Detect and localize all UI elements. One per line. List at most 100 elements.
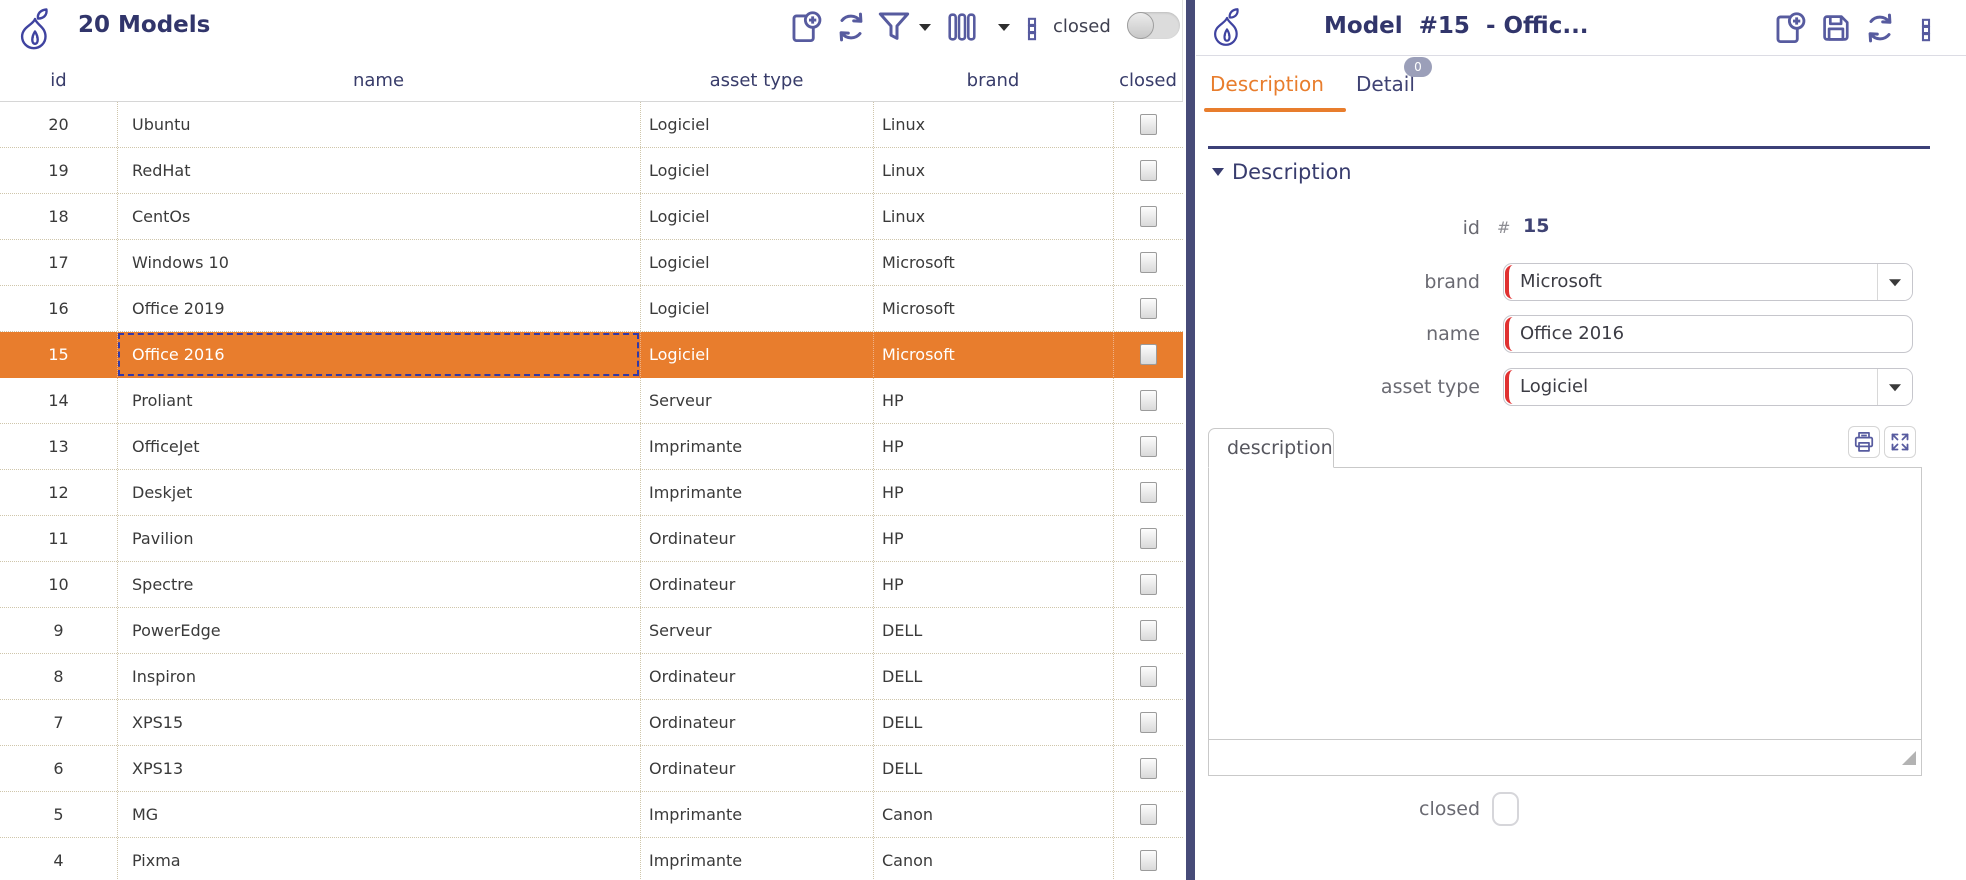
row-closed-checkbox[interactable] xyxy=(1140,712,1157,733)
cell-id[interactable]: 19 xyxy=(0,148,117,193)
row-closed-checkbox[interactable] xyxy=(1140,252,1157,273)
panel-splitter[interactable] xyxy=(1186,0,1195,880)
cell-asset-type[interactable]: Serveur xyxy=(640,608,873,653)
column-header-closed[interactable]: closed xyxy=(1113,70,1183,91)
more-menu-button[interactable] xyxy=(1906,10,1946,50)
cell-id[interactable]: 10 xyxy=(0,562,117,607)
asset-type-dropdown-button[interactable] xyxy=(1877,369,1912,405)
row-closed-checkbox[interactable] xyxy=(1140,160,1157,181)
cell-asset-type[interactable]: Imprimante xyxy=(640,838,873,880)
cell-name[interactable]: CentOs xyxy=(117,194,640,239)
cell-name[interactable]: Spectre xyxy=(117,562,640,607)
row-closed-checkbox[interactable] xyxy=(1140,344,1157,365)
cell-brand[interactable]: HP xyxy=(873,516,1113,561)
row-closed-checkbox[interactable] xyxy=(1140,804,1157,825)
cell-closed[interactable] xyxy=(1113,102,1183,147)
cell-brand[interactable]: Linux xyxy=(873,148,1113,193)
cell-name[interactable]: Office 2016 xyxy=(117,332,640,377)
table-row[interactable]: 5MGImprimanteCanon xyxy=(0,792,1183,838)
table-row[interactable]: 6XPS13OrdinateurDELL xyxy=(0,746,1183,792)
cell-brand[interactable]: DELL xyxy=(873,700,1113,745)
cell-id[interactable]: 9 xyxy=(0,608,117,653)
cell-name[interactable]: Pixma xyxy=(117,838,640,880)
cell-asset-type[interactable]: Logiciel xyxy=(640,240,873,285)
cell-closed[interactable] xyxy=(1113,332,1183,377)
cell-brand[interactable]: Canon xyxy=(873,792,1113,837)
cell-asset-type[interactable]: Logiciel xyxy=(640,194,873,239)
description-section-header[interactable]: Description xyxy=(1212,160,1352,184)
cell-name[interactable]: Proliant xyxy=(117,378,640,423)
brand-dropdown-button[interactable] xyxy=(1877,264,1912,300)
table-row[interactable]: 15Office 2016LogicielMicrosoft xyxy=(0,332,1183,378)
cell-brand[interactable]: HP xyxy=(873,378,1113,423)
cell-id[interactable]: 15 xyxy=(0,332,117,377)
row-closed-checkbox[interactable] xyxy=(1140,850,1157,871)
row-closed-checkbox[interactable] xyxy=(1140,620,1157,641)
cell-asset-type[interactable]: Imprimante xyxy=(640,792,873,837)
row-closed-checkbox[interactable] xyxy=(1140,482,1157,503)
cell-closed[interactable] xyxy=(1113,746,1183,791)
name-input[interactable]: Office 2016 xyxy=(1503,315,1913,353)
cell-id[interactable]: 13 xyxy=(0,424,117,469)
cell-closed[interactable] xyxy=(1113,240,1183,285)
cell-asset-type[interactable]: Imprimante xyxy=(640,424,873,469)
columns-dropdown-caret-icon[interactable] xyxy=(998,24,1010,31)
row-closed-checkbox[interactable] xyxy=(1140,574,1157,595)
asset-type-combobox[interactable]: Logiciel xyxy=(1503,368,1913,406)
tab-detail[interactable]: Detail xyxy=(1356,72,1415,96)
table-row[interactable]: 20UbuntuLogicielLinux xyxy=(0,102,1183,148)
cell-name[interactable]: XPS15 xyxy=(117,700,640,745)
cell-closed[interactable] xyxy=(1113,838,1183,880)
cell-name[interactable]: Pavilion xyxy=(117,516,640,561)
table-row[interactable]: 16Office 2019LogicielMicrosoft xyxy=(0,286,1183,332)
column-header-asset-type[interactable]: asset type xyxy=(640,70,873,91)
cell-id[interactable]: 12 xyxy=(0,470,117,515)
table-row[interactable]: 17Windows 10LogicielMicrosoft xyxy=(0,240,1183,286)
row-closed-checkbox[interactable] xyxy=(1140,206,1157,227)
cell-brand[interactable]: Linux xyxy=(873,194,1113,239)
cell-name[interactable]: Office 2019 xyxy=(117,286,640,331)
tab-description[interactable]: Description xyxy=(1210,72,1324,96)
row-closed-checkbox[interactable] xyxy=(1140,114,1157,135)
filter-button[interactable] xyxy=(874,7,914,47)
add-record-button[interactable] xyxy=(1770,8,1810,48)
closed-checkbox[interactable] xyxy=(1492,792,1519,826)
brand-combobox[interactable]: Microsoft xyxy=(1503,263,1913,301)
cell-brand[interactable]: HP xyxy=(873,470,1113,515)
cell-asset-type[interactable]: Logiciel xyxy=(640,102,873,147)
cell-id[interactable]: 11 xyxy=(0,516,117,561)
cell-asset-type[interactable]: Logiciel xyxy=(640,332,873,377)
cell-brand[interactable]: DELL xyxy=(873,608,1113,653)
row-closed-checkbox[interactable] xyxy=(1140,298,1157,319)
table-row[interactable]: 13OfficeJetImprimanteHP xyxy=(0,424,1183,470)
cell-closed[interactable] xyxy=(1113,424,1183,469)
save-button[interactable] xyxy=(1816,8,1856,48)
cell-asset-type[interactable]: Ordinateur xyxy=(640,516,873,561)
cell-closed[interactable] xyxy=(1113,792,1183,837)
table-row[interactable]: 10SpectreOrdinateurHP xyxy=(0,562,1183,608)
cell-asset-type[interactable]: Logiciel xyxy=(640,148,873,193)
table-row[interactable]: 4PixmaImprimanteCanon xyxy=(0,838,1183,880)
column-header-name[interactable]: name xyxy=(117,70,640,91)
cell-id[interactable]: 4 xyxy=(0,838,117,880)
filter-dropdown-caret-icon[interactable] xyxy=(919,24,931,31)
cell-id[interactable]: 20 xyxy=(0,102,117,147)
cell-asset-type[interactable]: Ordinateur xyxy=(640,654,873,699)
cell-closed[interactable] xyxy=(1113,608,1183,653)
cell-id[interactable]: 17 xyxy=(0,240,117,285)
cell-brand[interactable]: Canon xyxy=(873,838,1113,880)
cell-id[interactable]: 14 xyxy=(0,378,117,423)
refresh-button[interactable] xyxy=(1860,8,1900,48)
cell-id[interactable]: 18 xyxy=(0,194,117,239)
row-closed-checkbox[interactable] xyxy=(1140,666,1157,687)
description-textarea[interactable] xyxy=(1208,467,1922,740)
cell-brand[interactable]: DELL xyxy=(873,654,1113,699)
cell-closed[interactable] xyxy=(1113,562,1183,607)
fullscreen-button[interactable] xyxy=(1884,426,1916,458)
cell-brand[interactable]: HP xyxy=(873,562,1113,607)
cell-brand[interactable]: Linux xyxy=(873,102,1113,147)
cell-name[interactable]: Windows 10 xyxy=(117,240,640,285)
more-menu-button[interactable] xyxy=(1012,9,1052,49)
cell-closed[interactable] xyxy=(1113,148,1183,193)
cell-closed[interactable] xyxy=(1113,194,1183,239)
